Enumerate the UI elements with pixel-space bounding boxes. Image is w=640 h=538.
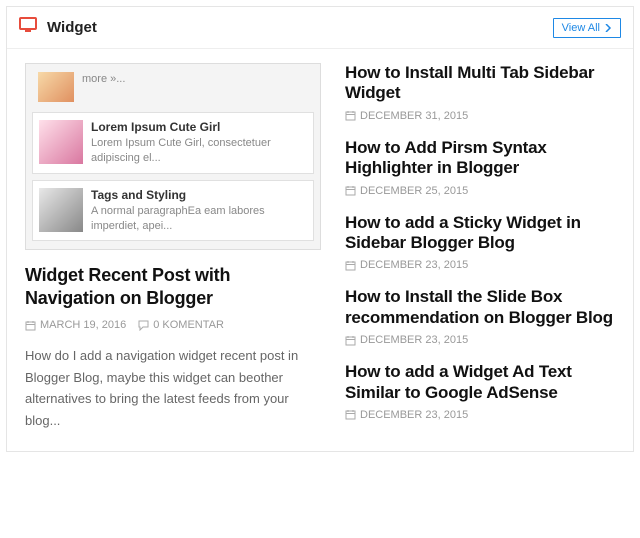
side-post-title[interactable]: How to add a Widget Ad Text Similar to G…	[345, 362, 615, 403]
side-post-date: DECEMBER 25, 2015	[360, 185, 468, 197]
preview-row: Tags and Styling A normal paragraphEa ea…	[32, 180, 314, 242]
card-body: more »... Lorem Ipsum Cute Girl Lorem Ip…	[7, 49, 633, 451]
main-post-date: MARCH 19, 2016	[40, 319, 126, 331]
card-title: Widget	[47, 19, 97, 36]
preview-row: more »...	[32, 70, 314, 106]
calendar-icon	[345, 260, 356, 271]
preview-row: Lorem Ipsum Cute Girl Lorem Ipsum Cute G…	[32, 112, 314, 174]
preview-thumb-image	[39, 188, 83, 232]
meta-date: MARCH 19, 2016	[25, 319, 126, 331]
side-post-meta: DECEMBER 23, 2015	[345, 409, 615, 421]
preview-row-title: Lorem Ipsum Cute Girl	[91, 120, 307, 134]
side-post-meta: DECEMBER 31, 2015	[345, 110, 615, 122]
side-post-meta: DECEMBER 25, 2015	[345, 185, 615, 197]
view-all-label: View All	[562, 22, 600, 34]
side-post: How to Add Pirsm Syntax Highlighter in B…	[345, 138, 615, 197]
meta-comments[interactable]: 0 KOMENTAR	[138, 319, 224, 331]
side-post-meta: DECEMBER 23, 2015	[345, 334, 615, 346]
main-column: more »... Lorem Ipsum Cute Girl Lorem Ip…	[25, 63, 321, 437]
preview-row-text: Lorem Ipsum Cute Girl, consectetuer adip…	[91, 136, 307, 166]
side-post-title[interactable]: How to Add Pirsm Syntax Highlighter in B…	[345, 138, 615, 179]
preview-thumb-image	[38, 72, 74, 102]
side-post-title[interactable]: How to add a Sticky Widget in Sidebar Bl…	[345, 213, 615, 254]
side-post: How to add a Widget Ad Text Similar to G…	[345, 362, 615, 421]
card-header: Widget View All	[7, 7, 633, 49]
main-post-excerpt: How do I add a navigation widget recent …	[25, 345, 321, 431]
preview-thumb-image	[39, 120, 83, 164]
side-post-date: DECEMBER 23, 2015	[360, 259, 468, 271]
side-post-title[interactable]: How to Install the Slide Box recommendat…	[345, 287, 615, 328]
card-header-left: Widget	[19, 17, 97, 38]
calendar-icon	[345, 110, 356, 121]
monitor-icon	[19, 17, 37, 38]
view-all-link[interactable]: View All	[553, 18, 621, 38]
preview-text: more »...	[82, 72, 125, 87]
preview-row-title: Tags and Styling	[91, 188, 307, 202]
widget-card: Widget View All more »... Lorem Ipsum Cu…	[6, 6, 634, 452]
side-post-title[interactable]: How to Install Multi Tab Sidebar Widget	[345, 63, 615, 104]
chevron-right-icon	[604, 24, 612, 32]
calendar-icon	[345, 335, 356, 346]
side-post: How to Install Multi Tab Sidebar Widget …	[345, 63, 615, 122]
side-post-date: DECEMBER 23, 2015	[360, 334, 468, 346]
side-column: How to Install Multi Tab Sidebar Widget …	[345, 63, 615, 437]
main-post-meta: MARCH 19, 2016 0 KOMENTAR	[25, 319, 321, 331]
calendar-icon	[25, 320, 36, 331]
main-post-title[interactable]: Widget Recent Post with Navigation on Bl…	[25, 264, 321, 309]
preview-thumbnail: more »... Lorem Ipsum Cute Girl Lorem Ip…	[25, 63, 321, 250]
side-post-date: DECEMBER 31, 2015	[360, 110, 468, 122]
side-post: How to add a Sticky Widget in Sidebar Bl…	[345, 213, 615, 272]
main-post-comments: 0 KOMENTAR	[153, 319, 224, 331]
calendar-icon	[345, 185, 356, 196]
side-post: How to Install the Slide Box recommendat…	[345, 287, 615, 346]
comment-icon	[138, 320, 149, 331]
calendar-icon	[345, 409, 356, 420]
preview-row-text: A normal paragraphEa eam labores imperdi…	[91, 204, 307, 234]
side-post-meta: DECEMBER 23, 2015	[345, 259, 615, 271]
side-post-date: DECEMBER 23, 2015	[360, 409, 468, 421]
